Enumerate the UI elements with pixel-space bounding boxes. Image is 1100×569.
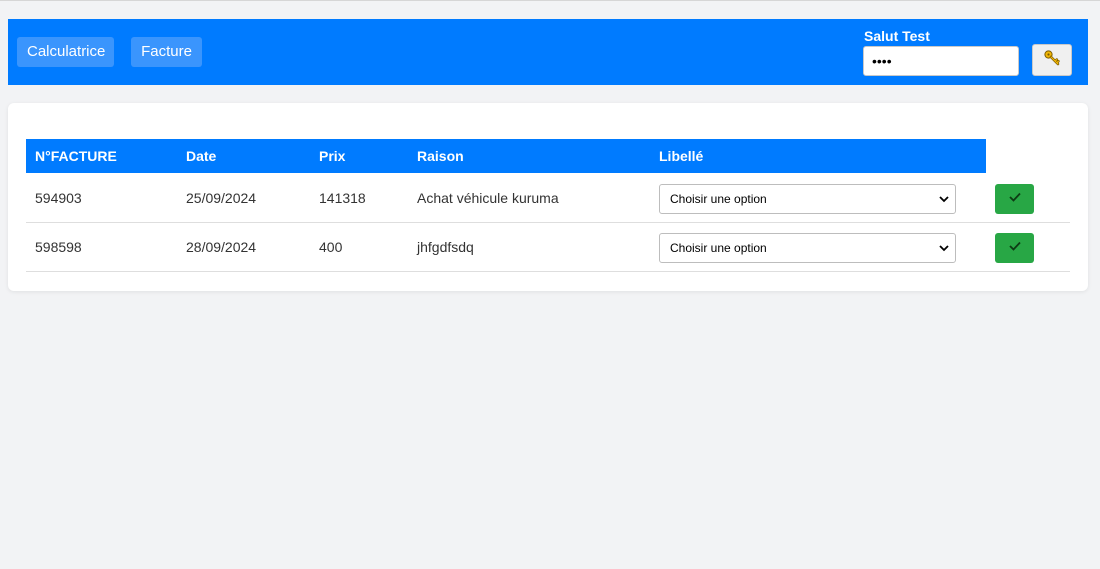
calculatrice-button[interactable]: Calculatrice [17, 37, 114, 67]
cell-prix: 141318 [319, 190, 366, 206]
cell-raison: Achat véhicule kuruma [417, 190, 559, 206]
validate-button[interactable] [995, 184, 1034, 214]
cell-date: 25/09/2024 [186, 190, 257, 206]
facture-button[interactable]: Facture [131, 37, 202, 67]
column-header-numero: N°FACTURE [35, 148, 117, 164]
table-row: 594903 25/09/2024 141318 Achat véhicule … [26, 174, 1070, 223]
checkmark-icon [1008, 190, 1022, 208]
column-header-raison: Raison [417, 148, 464, 164]
chevron-down-icon [939, 234, 949, 262]
column-header-prix: Prix [319, 148, 346, 164]
key-icon [1043, 49, 1061, 72]
top-border [0, 0, 1100, 1]
column-header-date: Date [186, 148, 217, 164]
column-header-libelle: Libellé [659, 148, 704, 164]
libelle-select[interactable]: Choisir une option [659, 233, 956, 263]
validate-button[interactable] [995, 233, 1034, 263]
table-header: N°FACTURE Date Prix Raison Libellé [26, 139, 986, 173]
cell-numero: 594903 [35, 190, 82, 206]
select-value: Choisir une option [670, 241, 767, 255]
cell-numero: 598598 [35, 239, 82, 255]
navbar: Calculatrice Facture Salut Test [8, 19, 1088, 85]
select-value: Choisir une option [670, 192, 767, 206]
cell-raison: jhfgdfsdq [417, 239, 474, 255]
table-row: 598598 28/09/2024 400 jhfgdfsdq Choisir … [26, 223, 1070, 272]
checkmark-icon [1008, 239, 1022, 257]
greeting-text: Salut Test [864, 28, 930, 44]
invoice-card: N°FACTURE Date Prix Raison Libellé 59490… [8, 103, 1088, 291]
chevron-down-icon [939, 185, 949, 213]
password-input[interactable] [863, 46, 1019, 76]
cell-date: 28/09/2024 [186, 239, 257, 255]
libelle-select[interactable]: Choisir une option [659, 184, 956, 214]
cell-prix: 400 [319, 239, 343, 255]
login-button[interactable] [1032, 44, 1072, 76]
